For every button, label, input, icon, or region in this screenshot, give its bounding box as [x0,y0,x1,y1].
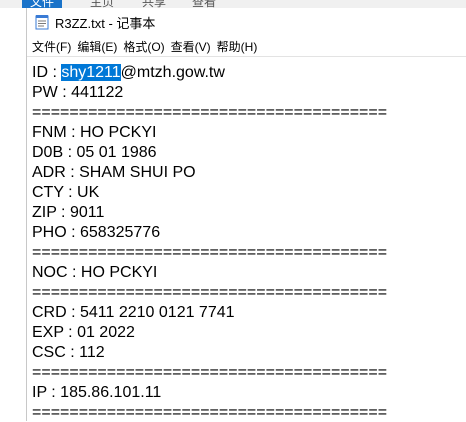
background-tab-home[interactable]: 主页 [90,0,114,8]
text-line: CRD : 5411 2210 0121 7741 [32,304,235,321]
text-line: ADR : SHAM SHUI PO [32,164,196,181]
menu-edit[interactable]: 编辑(E) [77,38,117,55]
text-line: D0B : 05 01 1986 [32,144,157,161]
text-line: NOC : HO PCKYI [32,264,158,281]
text-line: IP : 185.86.101.11 [32,384,162,401]
menu-bar: 文件(F) 编辑(E) 格式(O) 查看(V) 帮助(H) [27,36,466,56]
title-bar[interactable]: R3ZZ.txt - 记事本 [27,8,466,36]
divider-line: ====================================== [32,404,388,421]
notepad-icon [35,14,49,30]
window-title: R3ZZ.txt - 记事本 [55,15,156,31]
divider-line: ====================================== [32,284,388,301]
text-line: CTY : UK [32,184,100,201]
divider-line: ====================================== [32,244,388,261]
selected-text[interactable]: shy1211 [61,64,121,81]
divider-line: ====================================== [32,104,388,121]
text-line: ZIP : 9011 [32,204,105,221]
text-line: PHO : 658325776 [32,224,161,241]
text-line: EXP : 01 2022 [32,324,135,341]
background-window-ribbon: 文件 主页 共享 查看 [0,0,466,8]
id-prefix: ID : [32,64,62,81]
menu-view[interactable]: 查看(V) [171,38,211,55]
menu-file[interactable]: 文件(F) [32,38,71,55]
menu-help[interactable]: 帮助(H) [217,38,258,55]
background-tab-file[interactable]: 文件 [22,0,63,8]
divider-line: ====================================== [32,364,388,381]
menu-format[interactable]: 格式(O) [123,38,164,55]
background-tab-share[interactable]: 共享 [142,0,166,8]
text-line-id: ID : shy1211@mtzh.gow.tw [32,63,225,83]
text-line: PW : 441122 [32,84,124,101]
id-suffix: @mtzh.gow.tw [120,64,225,81]
background-window-edge [0,8,26,421]
text-line: CSC : 112 [32,344,105,361]
text-editor[interactable]: ID : shy1211@mtzh.gow.tw PW : 441122 ===… [27,56,466,422]
text-line: FNM : HO PCKYI [32,124,157,141]
background-tab-view[interactable]: 查看 [192,0,216,8]
notepad-window: R3ZZ.txt - 记事本 文件(F) 编辑(E) 格式(O) 查看(V) 帮… [26,8,466,421]
